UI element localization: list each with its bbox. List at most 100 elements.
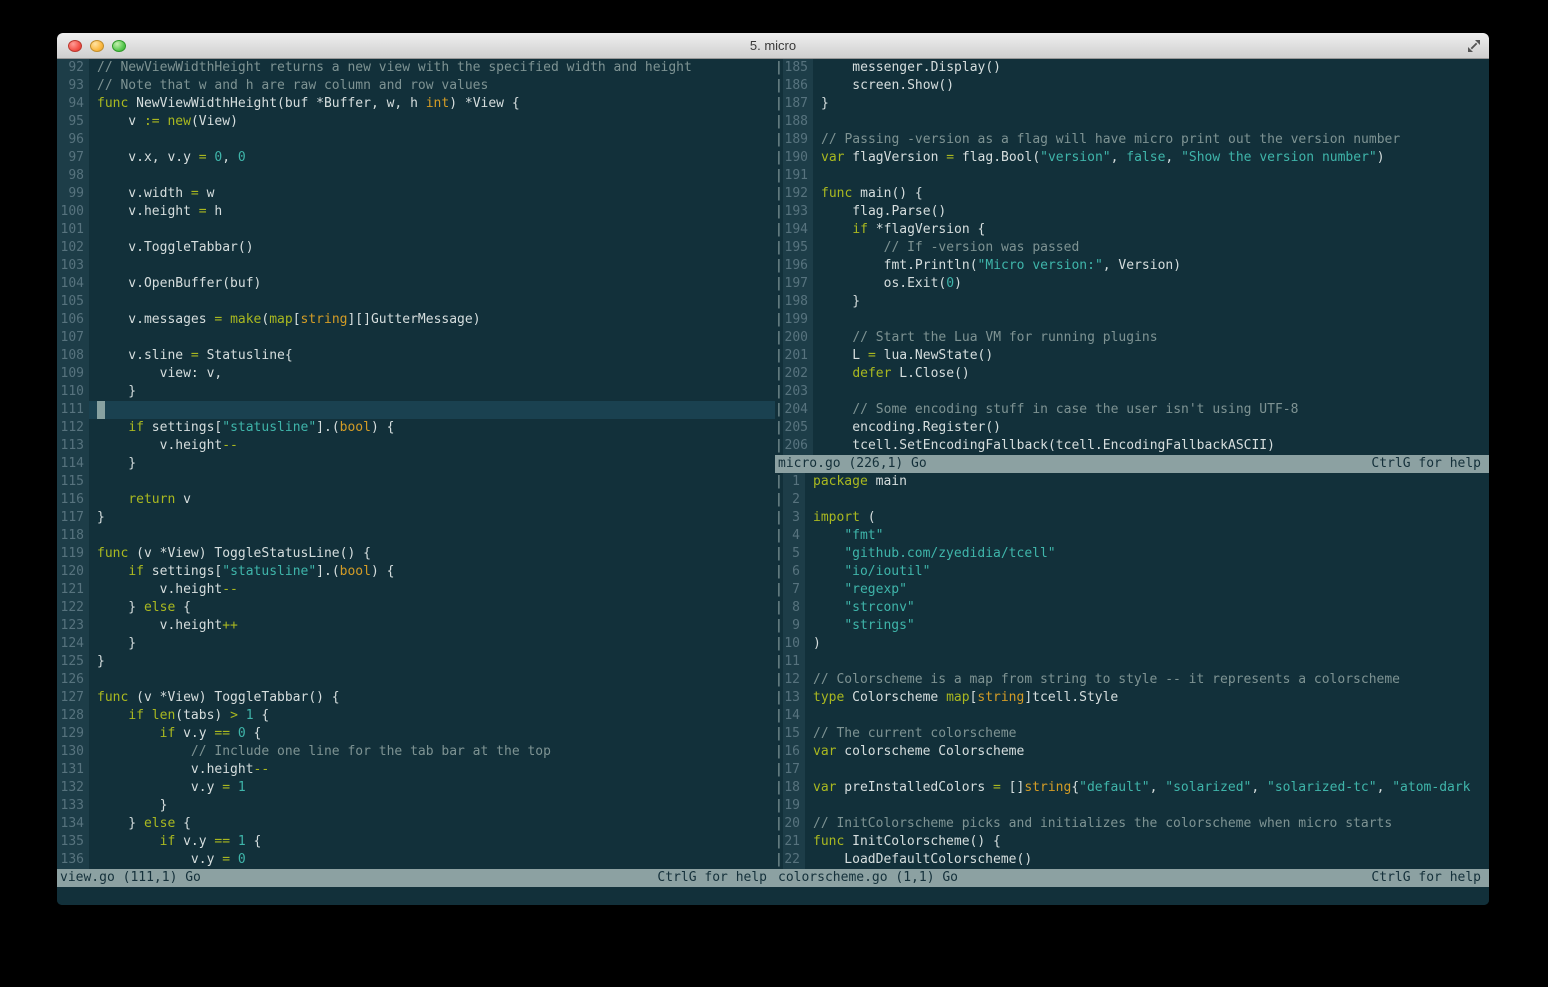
code-line[interactable]: 110 } — [57, 383, 775, 401]
code-line[interactable]: |22 LoadDefaultColorscheme() — [775, 851, 1489, 869]
pane-view-go[interactable]: 92// NewViewWidthHeight returns a new vi… — [57, 59, 775, 869]
code-line[interactable]: 127func (v *View) ToggleTabbar() { — [57, 689, 775, 707]
code-line[interactable]: |190var flagVersion = flag.Bool("version… — [775, 149, 1489, 167]
code-line[interactable]: 122 } else { — [57, 599, 775, 617]
code-line[interactable]: 126 — [57, 671, 775, 689]
code-line[interactable]: |192func main() { — [775, 185, 1489, 203]
code-line[interactable]: |5 "github.com/zyedidia/tcell" — [775, 545, 1489, 563]
code-line[interactable]: |197 os.Exit(0) — [775, 275, 1489, 293]
code-line[interactable]: 117} — [57, 509, 775, 527]
code-line[interactable]: |185 messenger.Display() — [775, 59, 1489, 77]
code-line[interactable]: |205 encoding.Register() — [775, 419, 1489, 437]
code-line[interactable]: 106 v.messages = make(map[string][]Gutte… — [57, 311, 775, 329]
code-line[interactable]: 134 } else { — [57, 815, 775, 833]
code-line[interactable]: 97 v.x, v.y = 0, 0 — [57, 149, 775, 167]
code-line[interactable]: 98 — [57, 167, 775, 185]
code-line[interactable]: 118 — [57, 527, 775, 545]
code-line[interactable]: 136 v.y = 0 — [57, 851, 775, 869]
code-line[interactable]: |187} — [775, 95, 1489, 113]
code-line[interactable]: 130 // Include one line for the tab bar … — [57, 743, 775, 761]
code-line[interactable]: |20// InitColorscheme picks and initiali… — [775, 815, 1489, 833]
code-line[interactable]: |18var preInstalledColors = []string{"de… — [775, 779, 1489, 797]
code-line[interactable]: |201 L = lua.NewState() — [775, 347, 1489, 365]
code-line[interactable]: |198 } — [775, 293, 1489, 311]
code-line[interactable]: |17 — [775, 761, 1489, 779]
code-line[interactable]: |196 fmt.Println("Micro version:", Versi… — [775, 257, 1489, 275]
code-line[interactable]: |202 defer L.Close() — [775, 365, 1489, 383]
code-line[interactable]: 119func (v *View) ToggleStatusLine() { — [57, 545, 775, 563]
code-line[interactable]: |200 // Start the Lua VM for running plu… — [775, 329, 1489, 347]
code-line[interactable]: 115 — [57, 473, 775, 491]
code-line[interactable]: |4 "fmt" — [775, 527, 1489, 545]
code-line[interactable]: 124 } — [57, 635, 775, 653]
pane-micro-go[interactable]: |185 messenger.Display()|186 screen.Show… — [775, 59, 1489, 455]
code-line[interactable]: 92// NewViewWidthHeight returns a new vi… — [57, 59, 775, 77]
code-line[interactable]: 116 return v — [57, 491, 775, 509]
code-line[interactable]: |199 — [775, 311, 1489, 329]
code-line[interactable]: |13type Colorscheme map[string]tcell.Sty… — [775, 689, 1489, 707]
code-text: "fmt" — [805, 527, 883, 545]
code-line[interactable]: 103 — [57, 257, 775, 275]
code-line[interactable]: |188 — [775, 113, 1489, 131]
code-line[interactable]: 135 if v.y == 1 { — [57, 833, 775, 851]
code-line[interactable]: |14 — [775, 707, 1489, 725]
zoom-button[interactable] — [112, 40, 126, 52]
code-line[interactable]: |12// Colorscheme is a map from string t… — [775, 671, 1489, 689]
code-line[interactable]: |194 if *flagVersion { — [775, 221, 1489, 239]
code-line[interactable]: 120 if settings["statusline"].(bool) { — [57, 563, 775, 581]
code-line[interactable]: 121 v.height-- — [57, 581, 775, 599]
code-line[interactable]: |19 — [775, 797, 1489, 815]
code-line[interactable]: |6 "io/ioutil" — [775, 563, 1489, 581]
code-line[interactable]: 99 v.width = w — [57, 185, 775, 203]
code-line[interactable]: 108 v.sline = Statusline{ — [57, 347, 775, 365]
window-titlebar[interactable]: 5. micro — [57, 33, 1489, 59]
code-line[interactable]: |195 // If -version was passed — [775, 239, 1489, 257]
code-line[interactable]: |189// Passing -version as a flag will h… — [775, 131, 1489, 149]
code-line[interactable]: 95 v := new(View) — [57, 113, 775, 131]
command-bar[interactable] — [57, 887, 1489, 905]
code-line[interactable]: |8 "strconv" — [775, 599, 1489, 617]
code-line[interactable]: 102 v.ToggleTabbar() — [57, 239, 775, 257]
code-line[interactable]: 114 } — [57, 455, 775, 473]
code-line[interactable]: 125} — [57, 653, 775, 671]
code-line[interactable]: 107 — [57, 329, 775, 347]
pane-colorscheme-go[interactable]: |1package main|2|3import (|4 "fmt"|5 "gi… — [775, 473, 1489, 869]
code-line[interactable]: 100 v.height = h — [57, 203, 775, 221]
code-line[interactable]: 105 — [57, 293, 775, 311]
minimize-button[interactable] — [90, 40, 104, 52]
code-line[interactable]: 123 v.height++ — [57, 617, 775, 635]
code-line[interactable]: 132 v.y = 1 — [57, 779, 775, 797]
code-line[interactable]: |7 "regexp" — [775, 581, 1489, 599]
code-line[interactable]: 131 v.height-- — [57, 761, 775, 779]
code-line[interactable]: |10) — [775, 635, 1489, 653]
code-line[interactable]: |193 flag.Parse() — [775, 203, 1489, 221]
code-line[interactable]: |203 — [775, 383, 1489, 401]
code-line[interactable]: |15// The current colorscheme — [775, 725, 1489, 743]
code-line[interactable]: 112 if settings["statusline"].(bool) { — [57, 419, 775, 437]
code-line[interactable]: |21func InitColorscheme() { — [775, 833, 1489, 851]
code-line[interactable]: 133 } — [57, 797, 775, 815]
code-line[interactable]: |11 — [775, 653, 1489, 671]
code-line[interactable]: 109 view: v, — [57, 365, 775, 383]
code-line[interactable]: |16var colorscheme Colorscheme — [775, 743, 1489, 761]
code-line[interactable]: 129 if v.y == 0 { — [57, 725, 775, 743]
code-line[interactable]: 94func NewViewWidthHeight(buf *Buffer, w… — [57, 95, 775, 113]
line-number: 117 — [57, 509, 89, 527]
code-line[interactable]: 113 v.height-- — [57, 437, 775, 455]
code-line[interactable]: 101 — [57, 221, 775, 239]
code-line[interactable]: |2 — [775, 491, 1489, 509]
code-line[interactable]: |1package main — [775, 473, 1489, 491]
code-line[interactable]: 104 v.OpenBuffer(buf) — [57, 275, 775, 293]
code-line[interactable]: |9 "strings" — [775, 617, 1489, 635]
code-line[interactable]: 93// Note that w and h are raw column an… — [57, 77, 775, 95]
code-line[interactable]: |191 — [775, 167, 1489, 185]
fullscreen-button[interactable] — [1467, 39, 1481, 53]
code-line[interactable]: 96 — [57, 131, 775, 149]
code-line[interactable]: |3import ( — [775, 509, 1489, 527]
code-line[interactable]: |206 tcell.SetEncodingFallback(tcell.Enc… — [775, 437, 1489, 455]
code-line[interactable]: 111 — [57, 401, 775, 419]
code-line[interactable]: |204 // Some encoding stuff in case the … — [775, 401, 1489, 419]
code-line[interactable]: 128 if len(tabs) > 1 { — [57, 707, 775, 725]
code-line[interactable]: |186 screen.Show() — [775, 77, 1489, 95]
close-button[interactable] — [68, 40, 82, 52]
